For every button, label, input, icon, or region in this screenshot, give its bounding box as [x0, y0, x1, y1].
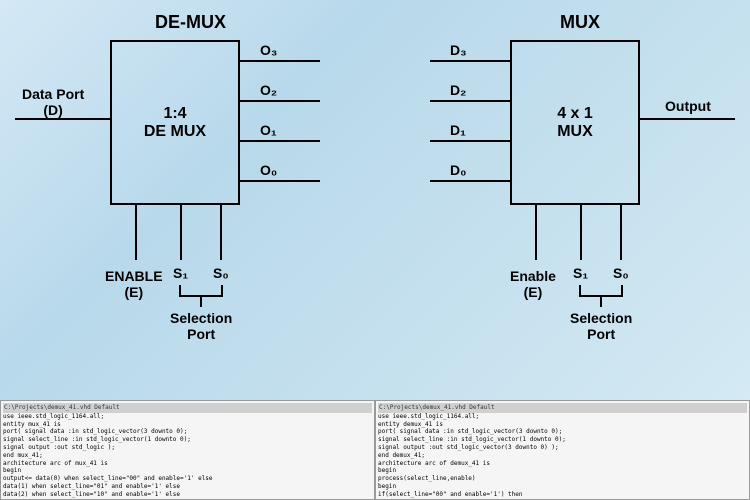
demux-title: DE-MUX — [155, 12, 226, 33]
demux-selection-label: Selection Port — [170, 310, 232, 342]
mux-block: 4 x 1 MUX — [510, 40, 640, 205]
demux-block: 1:4 DE MUX — [110, 40, 240, 205]
code-right-body: use ieee.std_logic_1164.all;entity demux… — [378, 413, 747, 500]
demux-s1-label: S₁ — [173, 265, 188, 281]
demux-enable-wire — [135, 205, 137, 260]
mux-block-line2: MUX — [557, 123, 593, 141]
mux-d3-wire — [430, 60, 510, 62]
demux-input-label: Data Port (D) — [22, 86, 84, 118]
code-panel-left: C:\Projects\demux_41.vhd Default use iee… — [0, 400, 375, 500]
mux-d2-label: D₂ — [450, 82, 466, 98]
demux-o3-label: O₃ — [260, 42, 277, 58]
mux-d0-wire — [430, 180, 510, 182]
demux-enable-label: ENABLE (E) — [105, 268, 163, 300]
code-right-title: C:\Projects\demux_41.vhd Default — [378, 403, 747, 413]
demux-input-wire — [15, 118, 110, 120]
demux-block-line2: DE MUX — [144, 123, 206, 141]
mux-output-label: Output — [665, 98, 711, 114]
demux-o1-wire — [240, 140, 320, 142]
demux-s1-wire — [180, 205, 182, 260]
mux-title: MUX — [560, 12, 600, 33]
demux-o1-label: O₁ — [260, 122, 277, 138]
demux-o2-label: O₂ — [260, 82, 277, 98]
code-panel-right: C:\Projects\demux_41.vhd Default use iee… — [375, 400, 750, 500]
mux-s0-wire — [620, 205, 622, 260]
mux-d1-label: D₁ — [450, 122, 466, 138]
demux-s0-wire — [220, 205, 222, 260]
mux-s0-label: S₀ — [613, 265, 629, 281]
code-left-title: C:\Projects\demux_41.vhd Default — [3, 403, 372, 413]
mux-enable-wire — [535, 205, 537, 260]
demux-bracket-stem — [200, 297, 202, 307]
mux-enable-label: Enable (E) — [510, 268, 556, 300]
mux-d1-wire — [430, 140, 510, 142]
mux-block-line1: 4 x 1 — [557, 105, 593, 123]
demux-o0-wire — [240, 180, 320, 182]
mux-s1-label: S₁ — [573, 265, 588, 281]
diagram-area: DE-MUX 1:4 DE MUX Data Port (D) O₃ O₂ O₁… — [0, 0, 750, 380]
demux-select-bracket — [179, 285, 223, 297]
demux-s0-label: S₀ — [213, 265, 229, 281]
demux-block-line1: 1:4 — [163, 105, 186, 123]
mux-d3-label: D₃ — [450, 42, 467, 58]
code-left-body: use ieee.std_logic_1164.all;entity mux_4… — [3, 413, 372, 500]
mux-selection-label: Selection Port — [570, 310, 632, 342]
mux-bracket-stem — [600, 297, 602, 307]
mux-d2-wire — [430, 100, 510, 102]
mux-s1-wire — [580, 205, 582, 260]
mux-d0-label: D₀ — [450, 162, 466, 178]
mux-select-bracket — [579, 285, 623, 297]
mux-output-wire — [640, 118, 735, 120]
demux-o2-wire — [240, 100, 320, 102]
demux-o0-label: O₀ — [260, 162, 277, 178]
demux-o3-wire — [240, 60, 320, 62]
